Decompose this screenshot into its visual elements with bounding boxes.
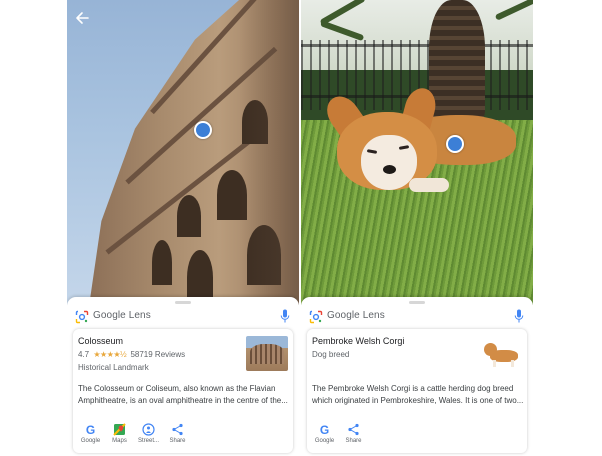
- corgi-thumbnail: [480, 336, 522, 371]
- palm-trunk: [429, 0, 485, 120]
- share-icon: [348, 423, 359, 436]
- svg-text:G: G: [86, 423, 95, 436]
- svg-text:G: G: [320, 423, 329, 436]
- action-maps[interactable]: Maps: [105, 421, 134, 449]
- result-card[interactable]: Colosseum 4.7 ★★★★½ 58719 Reviews Histor…: [73, 329, 293, 453]
- action-row: G Google Maps Street... Share: [76, 421, 192, 449]
- fence-rail: [301, 44, 533, 47]
- action-street-view[interactable]: Street...: [134, 421, 163, 449]
- share-icon: [172, 423, 183, 436]
- results-sheet[interactable]: Google Lens Pembroke Welsh Corgi Dog bre…: [301, 297, 533, 456]
- action-label: Share: [169, 438, 186, 444]
- lens-screen-colosseum: Google Lens Colosseum 4.7 ★★★★½ 58719 Re…: [67, 0, 299, 456]
- rating-row: 4.7 ★★★★½ 58719 Reviews: [78, 350, 185, 359]
- result-title: Pembroke Welsh Corgi: [312, 336, 405, 346]
- lens-title: Google Lens: [93, 310, 151, 321]
- camera-viewfinder[interactable]: [301, 0, 533, 305]
- lens-header: Google Lens: [301, 304, 533, 330]
- street-view-icon: [142, 423, 155, 436]
- camera-viewfinder[interactable]: [67, 0, 299, 305]
- action-label: Share: [345, 438, 362, 444]
- lens-header: Google Lens: [67, 304, 299, 330]
- result-subtype: Dog breed: [312, 350, 350, 359]
- action-share[interactable]: Share: [163, 421, 192, 449]
- action-google[interactable]: G Google: [310, 421, 339, 449]
- lens-title: Google Lens: [327, 310, 385, 321]
- result-subtype: Historical Landmark: [78, 363, 149, 372]
- review-count[interactable]: 58719 Reviews: [130, 350, 185, 359]
- rating-value: 4.7: [78, 350, 90, 359]
- google-lens-icon: [309, 310, 323, 324]
- google-lens-icon: [75, 310, 89, 324]
- corgi-nose: [383, 165, 396, 174]
- star-rating-icon: ★★★★½: [93, 350, 127, 359]
- corgi-paw: [409, 178, 449, 192]
- action-google[interactable]: G Google: [76, 421, 105, 449]
- focus-dot[interactable]: [446, 135, 464, 153]
- action-row: G Google Share: [310, 421, 368, 449]
- results-sheet[interactable]: Google Lens Colosseum 4.7 ★★★★½ 58719 Re…: [67, 297, 299, 456]
- maps-icon: [113, 423, 126, 436]
- result-description[interactable]: The Colosseum or Coliseum, also known as…: [78, 383, 290, 406]
- microphone-icon[interactable]: [280, 309, 290, 324]
- google-icon: G: [86, 423, 95, 436]
- result-title: Colosseum: [78, 336, 124, 346]
- lens-screen-corgi: Google Lens Pembroke Welsh Corgi Dog bre…: [301, 0, 533, 456]
- focus-dot[interactable]: [194, 121, 212, 139]
- back-arrow-icon[interactable]: [75, 11, 89, 25]
- result-thumbnail[interactable]: [480, 336, 522, 371]
- action-share[interactable]: Share: [339, 421, 368, 449]
- colosseum-arch: [177, 195, 201, 237]
- result-thumbnail[interactable]: [246, 336, 288, 371]
- result-description[interactable]: The Pembroke Welsh Corgi is a cattle her…: [312, 383, 524, 406]
- colosseum-thumbnail: [246, 336, 288, 371]
- colosseum-arch: [152, 240, 172, 285]
- google-icon: G: [320, 423, 329, 436]
- microphone-icon[interactable]: [514, 309, 524, 324]
- result-card[interactable]: Pembroke Welsh Corgi Dog breed The Pembr…: [307, 329, 527, 453]
- colosseum-shadow: [239, 0, 299, 305]
